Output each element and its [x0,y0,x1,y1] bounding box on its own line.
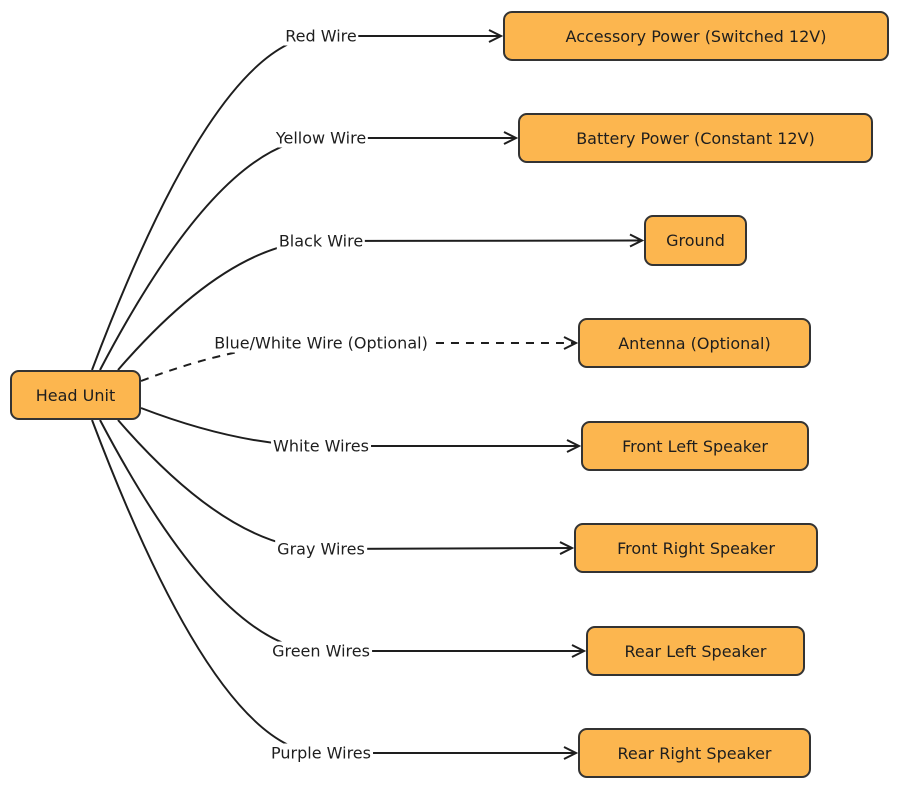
edge-label-red-wire: Red Wire [283,26,359,46]
node-rear-right-speaker[interactable]: Rear Right Speaker [578,728,811,778]
edge-red-wire [91,36,501,371]
node-ground[interactable]: Ground [644,215,747,266]
node-head-unit[interactable]: Head Unit [10,370,141,420]
node-battery-power-constant-12v[interactable]: Battery Power (Constant 12V) [518,113,873,163]
edge-label-white-wires: White Wires [271,436,371,456]
edge-label-blue-white-wire-optional: Blue/White Wire (Optional) [212,333,430,353]
node-rear-left-speaker[interactable]: Rear Left Speaker [586,626,805,676]
node-front-left-speaker[interactable]: Front Left Speaker [581,421,809,471]
node-front-right-speaker[interactable]: Front Right Speaker [574,523,818,573]
edge-label-yellow-wire: Yellow Wire [273,128,369,148]
edge-label-black-wire: Black Wire [276,231,366,251]
node-antenna-optional[interactable]: Antenna (Optional) [578,318,811,368]
edge-label-gray-wires: Gray Wires [275,539,367,559]
edge-label-green-wires: Green Wires [270,641,372,661]
node-accessory-power-switched-12v[interactable]: Accessory Power (Switched 12V) [503,11,889,61]
edge-label-purple-wires: Purple Wires [269,743,373,763]
